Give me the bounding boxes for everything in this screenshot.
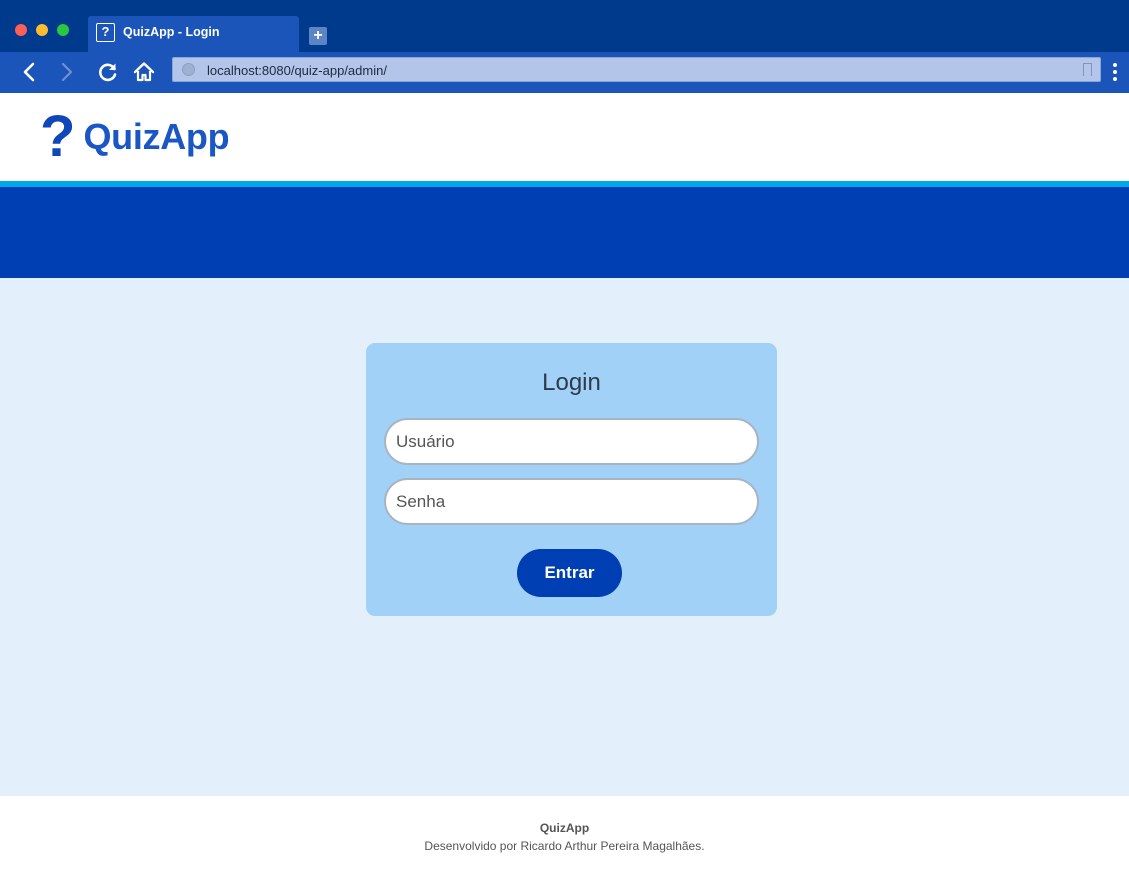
- header-banner: [0, 187, 1129, 278]
- login-title: Login: [542, 369, 601, 396]
- site-header: ? QuizApp: [0, 93, 1129, 181]
- reload-icon: [99, 63, 117, 82]
- home-icon: [133, 62, 155, 82]
- logo-text: QuizApp: [83, 116, 230, 157]
- menu-dot: [1113, 70, 1117, 74]
- main-content: Login Entrar: [0, 278, 1129, 796]
- plus-icon: +: [313, 27, 323, 44]
- minimize-window-button[interactable]: [36, 24, 48, 36]
- zoom-window-button[interactable]: [57, 24, 69, 36]
- address-bar[interactable]: localhost:8080/quiz-app/admin/: [172, 57, 1101, 82]
- browser-menu-button[interactable]: [1112, 61, 1118, 85]
- chevron-right-icon: [61, 62, 73, 82]
- question-mark-icon: ?: [96, 23, 115, 42]
- login-card: Login Entrar: [366, 343, 777, 616]
- password-input[interactable]: [384, 478, 759, 525]
- menu-dot: [1113, 63, 1117, 67]
- question-mark-icon: ?: [40, 104, 76, 169]
- site-footer: QuizApp Desenvolvido por Ricardo Arthur …: [0, 796, 1129, 878]
- forward-button[interactable]: [54, 60, 78, 84]
- chevron-left-icon: [23, 62, 35, 82]
- browser-tab[interactable]: ? QuizApp - Login: [88, 16, 299, 52]
- home-button[interactable]: [132, 60, 156, 84]
- footer-title: QuizApp: [539, 821, 590, 835]
- footer-credit: Desenvolvido por Ricardo Arthur Pereira …: [424, 839, 705, 853]
- browser-titlebar: ? QuizApp - Login +: [0, 0, 1129, 52]
- url-text: localhost:8080/quiz-app/admin/: [207, 63, 387, 78]
- browser-toolbar: localhost:8080/quiz-app/admin/: [0, 52, 1129, 93]
- globe-icon: [182, 63, 195, 76]
- username-input[interactable]: [384, 418, 759, 465]
- back-button[interactable]: [18, 60, 42, 84]
- new-tab-button[interactable]: +: [309, 27, 327, 45]
- site-logo[interactable]: ? QuizApp: [40, 104, 230, 169]
- menu-dot: [1113, 77, 1117, 81]
- tab-title: QuizApp - Login: [123, 25, 220, 39]
- bookmark-icon[interactable]: [1083, 63, 1092, 76]
- login-button[interactable]: Entrar: [517, 549, 622, 597]
- reload-button[interactable]: [96, 60, 120, 84]
- close-window-button[interactable]: [15, 24, 27, 36]
